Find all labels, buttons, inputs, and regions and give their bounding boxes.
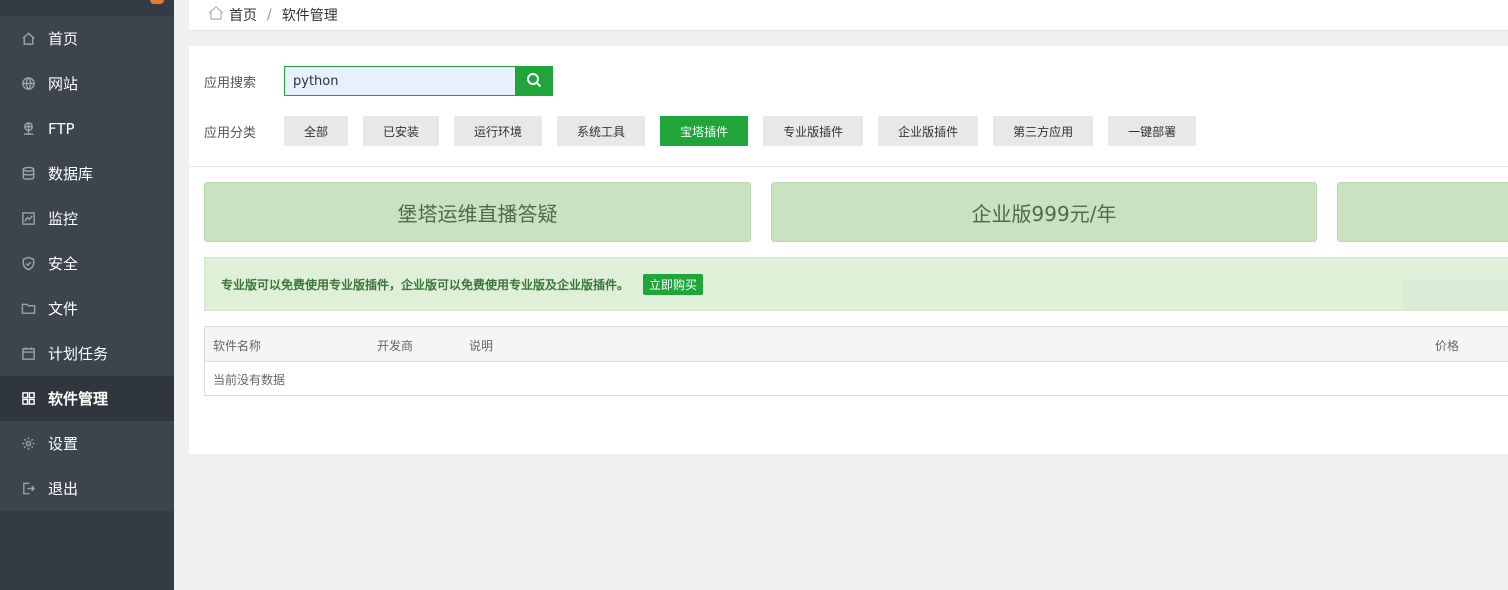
category-tabs: 全部 已安装 运行环境 系统工具 宝塔插件 专业版插件 企业版插件 第三方应用 … (284, 116, 1211, 146)
globe-icon (20, 76, 36, 92)
search-icon (526, 72, 542, 91)
notice-overlay (1403, 280, 1508, 310)
banner-partial[interactable] (1337, 182, 1508, 242)
sidebar-item-cron[interactable]: 计划任务 (0, 331, 174, 376)
sidebar-item-label: 网站 (48, 75, 79, 93)
software-panel: 应用搜索 应用分类 全部 已安装 运行环境 系统工具 宝塔插件 专业版插件 企业… (189, 46, 1508, 454)
sidebar-item-label: FTP (48, 119, 75, 138)
upgrade-notice: 专业版可以免费使用专业版插件，企业版可以免费使用专业版及企业版插件。 立即购买 (204, 257, 1508, 311)
category-pro-plugins[interactable]: 专业版插件 (763, 116, 864, 146)
category-all[interactable]: 全部 (284, 116, 349, 146)
category-one-click-deploy[interactable]: 一键部署 (1108, 116, 1197, 146)
sidebar-item-files[interactable]: 文件 (0, 286, 174, 331)
category-row: 应用分类 全部 已安装 运行环境 系统工具 宝塔插件 专业版插件 企业版插件 第… (204, 116, 1211, 146)
column-developer: 开发商 (377, 339, 414, 353)
notification-badge (150, 0, 164, 4)
search-button[interactable] (515, 66, 553, 96)
sidebar-item-label: 文件 (48, 300, 79, 318)
sidebar-item-label: 数据库 (48, 165, 94, 183)
sidebar-item-website[interactable]: 网站 (0, 61, 174, 106)
sidebar: 首页 网站 FTP 数据库 监控 安全 文件 计划任务 软件管理 设置 退出 (0, 0, 174, 590)
sidebar-item-monitor[interactable]: 监控 (0, 196, 174, 241)
sidebar-item-settings[interactable]: 设置 (0, 421, 174, 466)
enterprise-price-banner[interactable]: 企业版999元/年 (771, 182, 1317, 242)
column-name: 软件名称 (213, 339, 262, 353)
search-row: 应用搜索 (204, 66, 553, 96)
monitor-icon (20, 211, 36, 227)
sidebar-item-label: 首页 (48, 30, 79, 48)
gear-icon (20, 436, 36, 452)
divider (189, 166, 1508, 167)
sidebar-item-label: 设置 (48, 435, 79, 453)
column-description: 说明 (469, 339, 494, 353)
folder-icon (20, 301, 36, 317)
category-bt-plugins[interactable]: 宝塔插件 (660, 116, 749, 146)
search-label: 应用搜索 (204, 75, 257, 91)
grid-icon (20, 391, 36, 407)
sidebar-item-software[interactable]: 软件管理 (0, 376, 174, 421)
search-input[interactable] (284, 66, 515, 96)
category-runtime[interactable]: 运行环境 (454, 116, 543, 146)
sidebar-item-label: 监控 (48, 210, 79, 228)
breadcrumb-current: 软件管理 (281, 8, 338, 24)
sidebar-menu: 首页 网站 FTP 数据库 监控 安全 文件 计划任务 软件管理 设置 退出 (0, 16, 174, 511)
sidebar-item-logout[interactable]: 退出 (0, 466, 174, 511)
category-label: 应用分类 (204, 125, 257, 141)
category-enterprise-plugins[interactable]: 企业版插件 (878, 116, 979, 146)
database-icon (20, 166, 36, 182)
live-qa-banner[interactable]: 堡塔运维直播答疑 (204, 182, 751, 242)
logout-icon (20, 481, 36, 497)
breadcrumb-separator: / (267, 7, 272, 23)
sidebar-item-label: 安全 (48, 255, 79, 273)
table-row: 当前没有数据 (205, 362, 1508, 395)
empty-message: 当前没有数据 (213, 373, 286, 387)
column-price: 价格 (1435, 339, 1460, 353)
calendar-icon (20, 346, 36, 362)
sidebar-item-label: 计划任务 (48, 345, 109, 363)
home-icon (207, 5, 229, 25)
sidebar-item-label: 退出 (48, 480, 79, 498)
sidebar-item-home[interactable]: 首页 (0, 16, 174, 61)
category-third-party[interactable]: 第三方应用 (993, 116, 1094, 146)
sidebar-item-ftp[interactable]: FTP (0, 106, 174, 151)
sidebar-item-label: 软件管理 (48, 390, 109, 408)
breadcrumb-home-link[interactable]: 首页 (229, 5, 257, 25)
home-icon (20, 31, 36, 47)
sidebar-item-security[interactable]: 安全 (0, 241, 174, 286)
search-box (284, 66, 553, 96)
table-header: 软件名称 开发商 说明 价格 (205, 327, 1508, 362)
ftp-icon (20, 121, 36, 137)
shield-icon (20, 256, 36, 272)
buy-now-button[interactable]: 立即购买 (643, 273, 704, 295)
sidebar-item-database[interactable]: 数据库 (0, 151, 174, 196)
notice-text: 专业版可以免费使用专业版插件，企业版可以免费使用专业版及企业版插件。 (221, 277, 630, 292)
category-installed[interactable]: 已安装 (363, 116, 440, 146)
category-system-tools[interactable]: 系统工具 (557, 116, 646, 146)
breadcrumb: 首页 / 软件管理 (189, 0, 1508, 31)
software-table: 软件名称 开发商 说明 价格 当前没有数据 (204, 326, 1508, 396)
